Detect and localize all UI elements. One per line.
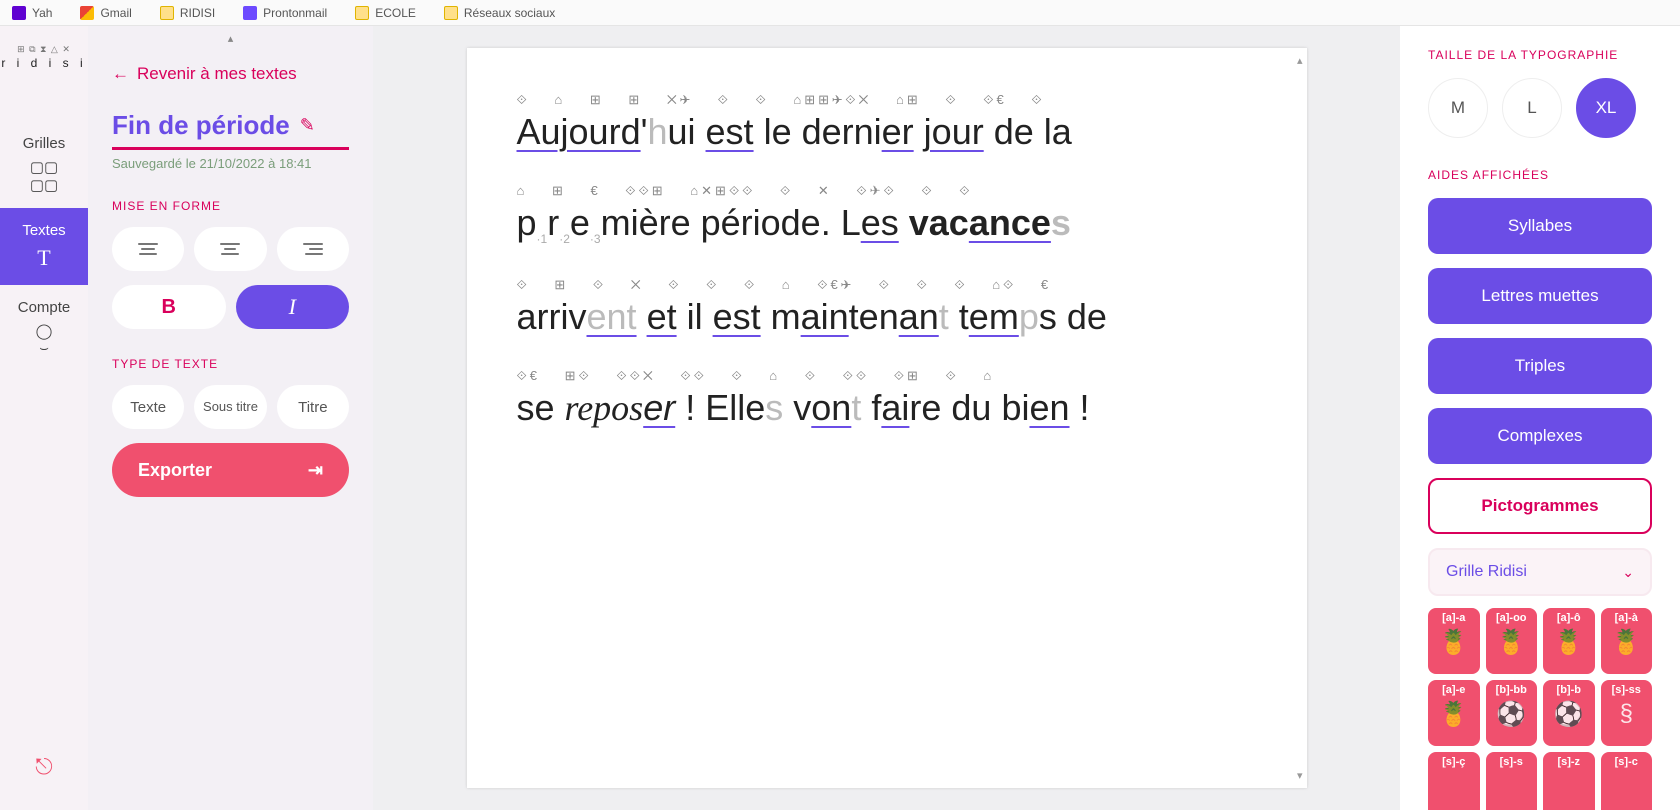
nav-grilles[interactable]: Grilles ▢▢▢▢ (0, 121, 88, 208)
document-area: ▴ ⟐ ⌂ ⊞ ⊞ ✕✈ ⟐ ⟐ ⌂⊞⊞✈⟐✕ ⌂⊞ ⟐ ⟐€ ⟐ Aujourd… (373, 26, 1400, 810)
align-center-button[interactable] (194, 227, 266, 271)
align-right-icon (303, 243, 323, 255)
folder-icon (444, 6, 458, 20)
align-left-button[interactable] (112, 227, 184, 271)
page-scroll-up-icon[interactable]: ▴ (1297, 54, 1303, 67)
doc-line[interactable]: ⟐ ⌂ ⊞ ⊞ ✕✈ ⟐ ⟐ ⌂⊞⊞✈⟐✕ ⌂⊞ ⟐ ⟐€ ⟐ Aujourd'h… (517, 92, 1257, 153)
pictogram-cell[interactable]: [a]-oo🍍 (1486, 608, 1538, 674)
document-page[interactable]: ▴ ⟐ ⌂ ⊞ ⊞ ✕✈ ⟐ ⟐ ⌂⊞⊞✈⟐✕ ⌂⊞ ⟐ ⟐€ ⟐ Aujourd… (467, 48, 1307, 788)
logout-button[interactable]: ⎋ (35, 754, 52, 780)
nav-textes[interactable]: Textes T (0, 208, 88, 285)
doc-line[interactable]: ⟐ ⊞ ⟐ ✕ ⟐ ⟐ ⟐ ⌂ ⟐€✈ ⟐ ⟐ ⟐ ⌂⟐ € arrivent e… (517, 277, 1257, 338)
word-row[interactable]: se reposer ! Elles vont faire du bien ! (517, 386, 1257, 430)
size-xl-button[interactable]: XL (1576, 78, 1636, 138)
bookmark-yah[interactable]: Yah (12, 6, 52, 20)
bold-button[interactable]: B (112, 285, 226, 329)
pictogram-cell[interactable]: [a]-a🍍 (1428, 608, 1480, 674)
edit-title-button[interactable]: ✎ (300, 115, 315, 136)
pictogram-cell[interactable]: [a]-ô🍍 (1543, 608, 1595, 674)
word-row[interactable]: arrivent et il est maintenant temps de (517, 295, 1257, 338)
pictogram-cell[interactable]: [s]-ç (1428, 752, 1480, 810)
aid-syllabes-button[interactable]: Syllabes (1428, 198, 1652, 254)
pictogram-grid: [a]-a🍍[a]-oo🍍[a]-ô🍍[a]-à🍍 [a]-e🍍[b]-bb⚽[b… (1428, 608, 1652, 810)
saved-timestamp: Sauvegardé le 21/10/2022 à 18:41 (112, 156, 349, 171)
pictogram-cell[interactable]: [s]-c (1601, 752, 1653, 810)
document-title: Fin de période (112, 110, 290, 141)
bookmark-protonmail[interactable]: Prontonmail (243, 6, 327, 20)
pictogram-row: ⌂ ⊞ € ⟐⟐⊞ ⌂✕⊞⟐⟐ ⟐ ✕ ⟐✈⟐ ⟐ ⟐ (517, 183, 1257, 199)
aid-triples-button[interactable]: Triples (1428, 338, 1652, 394)
grille-select[interactable]: Grille Ridisi ⌄ (1428, 548, 1652, 596)
bookmarks-bar: Yah Gmail RIDISI Prontonmail ECOLE Résea… (0, 0, 1680, 26)
section-aides: AIDES AFFICHÉES (1428, 168, 1652, 182)
aid-pictogrammes-button[interactable]: Pictogrammes (1428, 478, 1652, 534)
doc-line[interactable]: ⟐€ ⊞⟐ ⟐⟐✕ ⟐⟐ ⟐ ⌂ ⟐ ⟐⟐ ⟐⊞ ⟐ ⌂ se reposer !… (517, 368, 1257, 430)
aid-complexes-button[interactable]: Complexes (1428, 408, 1652, 464)
align-left-icon (138, 243, 158, 255)
section-formatting: MISE EN FORME (112, 199, 349, 213)
bookmark-reseaux[interactable]: Réseaux sociaux (444, 6, 555, 20)
text-options-panel: ▴ ← Revenir à mes textes Fin de période … (88, 26, 373, 810)
user-icon: ◯⌣ (36, 323, 53, 357)
pictogram-row: ⟐ ⌂ ⊞ ⊞ ✕✈ ⟐ ⟐ ⌂⊞⊞✈⟐✕ ⌂⊞ ⟐ ⟐€ ⟐ (517, 92, 1257, 108)
grid-icon: ▢▢▢▢ (30, 159, 58, 194)
scroll-up-icon[interactable]: ▴ (228, 32, 234, 45)
folder-icon (355, 6, 369, 20)
align-right-button[interactable] (277, 227, 349, 271)
pictogram-cell[interactable]: [a]-à🍍 (1601, 608, 1653, 674)
nav-compte[interactable]: Compte ◯⌣ (0, 285, 88, 371)
page-scroll-down-icon[interactable]: ▾ (1297, 769, 1303, 782)
type-sous-titre-button[interactable]: Sous titre (194, 385, 266, 429)
chevron-down-icon: ⌄ (1622, 564, 1634, 581)
pictogram-cell[interactable]: [b]-bb⚽ (1486, 680, 1538, 746)
section-type-size: TAILLE DE LA TYPOGRAPHIE (1428, 48, 1652, 62)
word-row[interactable]: Aujourd'hui est le dernier jour de la (517, 110, 1257, 153)
align-center-icon (220, 243, 240, 255)
type-titre-button[interactable]: Titre (277, 385, 349, 429)
pictogram-cell[interactable]: [s]-z (1543, 752, 1595, 810)
export-button[interactable]: Exporter ⇥ (112, 443, 349, 497)
brand-logo: ⊞ ⧉ ⧗ △ ✕r i d i s i (1, 44, 86, 71)
type-texte-button[interactable]: Texte (112, 385, 184, 429)
size-m-button[interactable]: M (1428, 78, 1488, 138)
bookmark-ridisi[interactable]: RIDISI (160, 6, 215, 20)
pictogram-cell[interactable]: [a]-e🍍 (1428, 680, 1480, 746)
mail-icon (12, 6, 26, 20)
typography-panel: TAILLE DE LA TYPOGRAPHIE M L XL AIDES AF… (1400, 26, 1680, 810)
doc-line[interactable]: ⌂ ⊞ € ⟐⟐⊞ ⌂✕⊞⟐⟐ ⟐ ✕ ⟐✈⟐ ⟐ ⟐ p·1r·2e·3mièr… (517, 183, 1257, 247)
gmail-icon (80, 6, 94, 20)
pictogram-row: ⟐€ ⊞⟐ ⟐⟐✕ ⟐⟐ ⟐ ⌂ ⟐ ⟐⟐ ⟐⊞ ⟐ ⌂ (517, 368, 1257, 384)
pictogram-row: ⟐ ⊞ ⟐ ✕ ⟐ ⟐ ⟐ ⌂ ⟐€✈ ⟐ ⟐ ⟐ ⌂⟐ € (517, 277, 1257, 293)
size-l-button[interactable]: L (1502, 78, 1562, 138)
export-icon: ⇥ (308, 460, 323, 481)
italic-button[interactable]: I (236, 285, 350, 329)
back-link[interactable]: ← Revenir à mes textes (112, 64, 349, 84)
nav-rail: ⊞ ⧉ ⧗ △ ✕r i d i s i Grilles ▢▢▢▢ Textes… (0, 26, 88, 810)
bookmark-gmail[interactable]: Gmail (80, 6, 131, 20)
aid-lettres-muettes-button[interactable]: Lettres muettes (1428, 268, 1652, 324)
bookmark-ecole[interactable]: ECOLE (355, 6, 416, 20)
pictogram-cell[interactable]: [s]-s (1486, 752, 1538, 810)
section-text-type: TYPE DE TEXTE (112, 357, 349, 371)
pictogram-cell[interactable]: [s]-ss§ (1601, 680, 1653, 746)
text-icon: T (37, 245, 50, 270)
mail-icon (243, 6, 257, 20)
folder-icon (160, 6, 174, 20)
arrow-left-icon: ← (112, 64, 129, 84)
pictogram-cell[interactable]: [b]-b⚽ (1543, 680, 1595, 746)
word-row[interactable]: p·1r·2e·3mière période. Les vacances (517, 201, 1257, 247)
